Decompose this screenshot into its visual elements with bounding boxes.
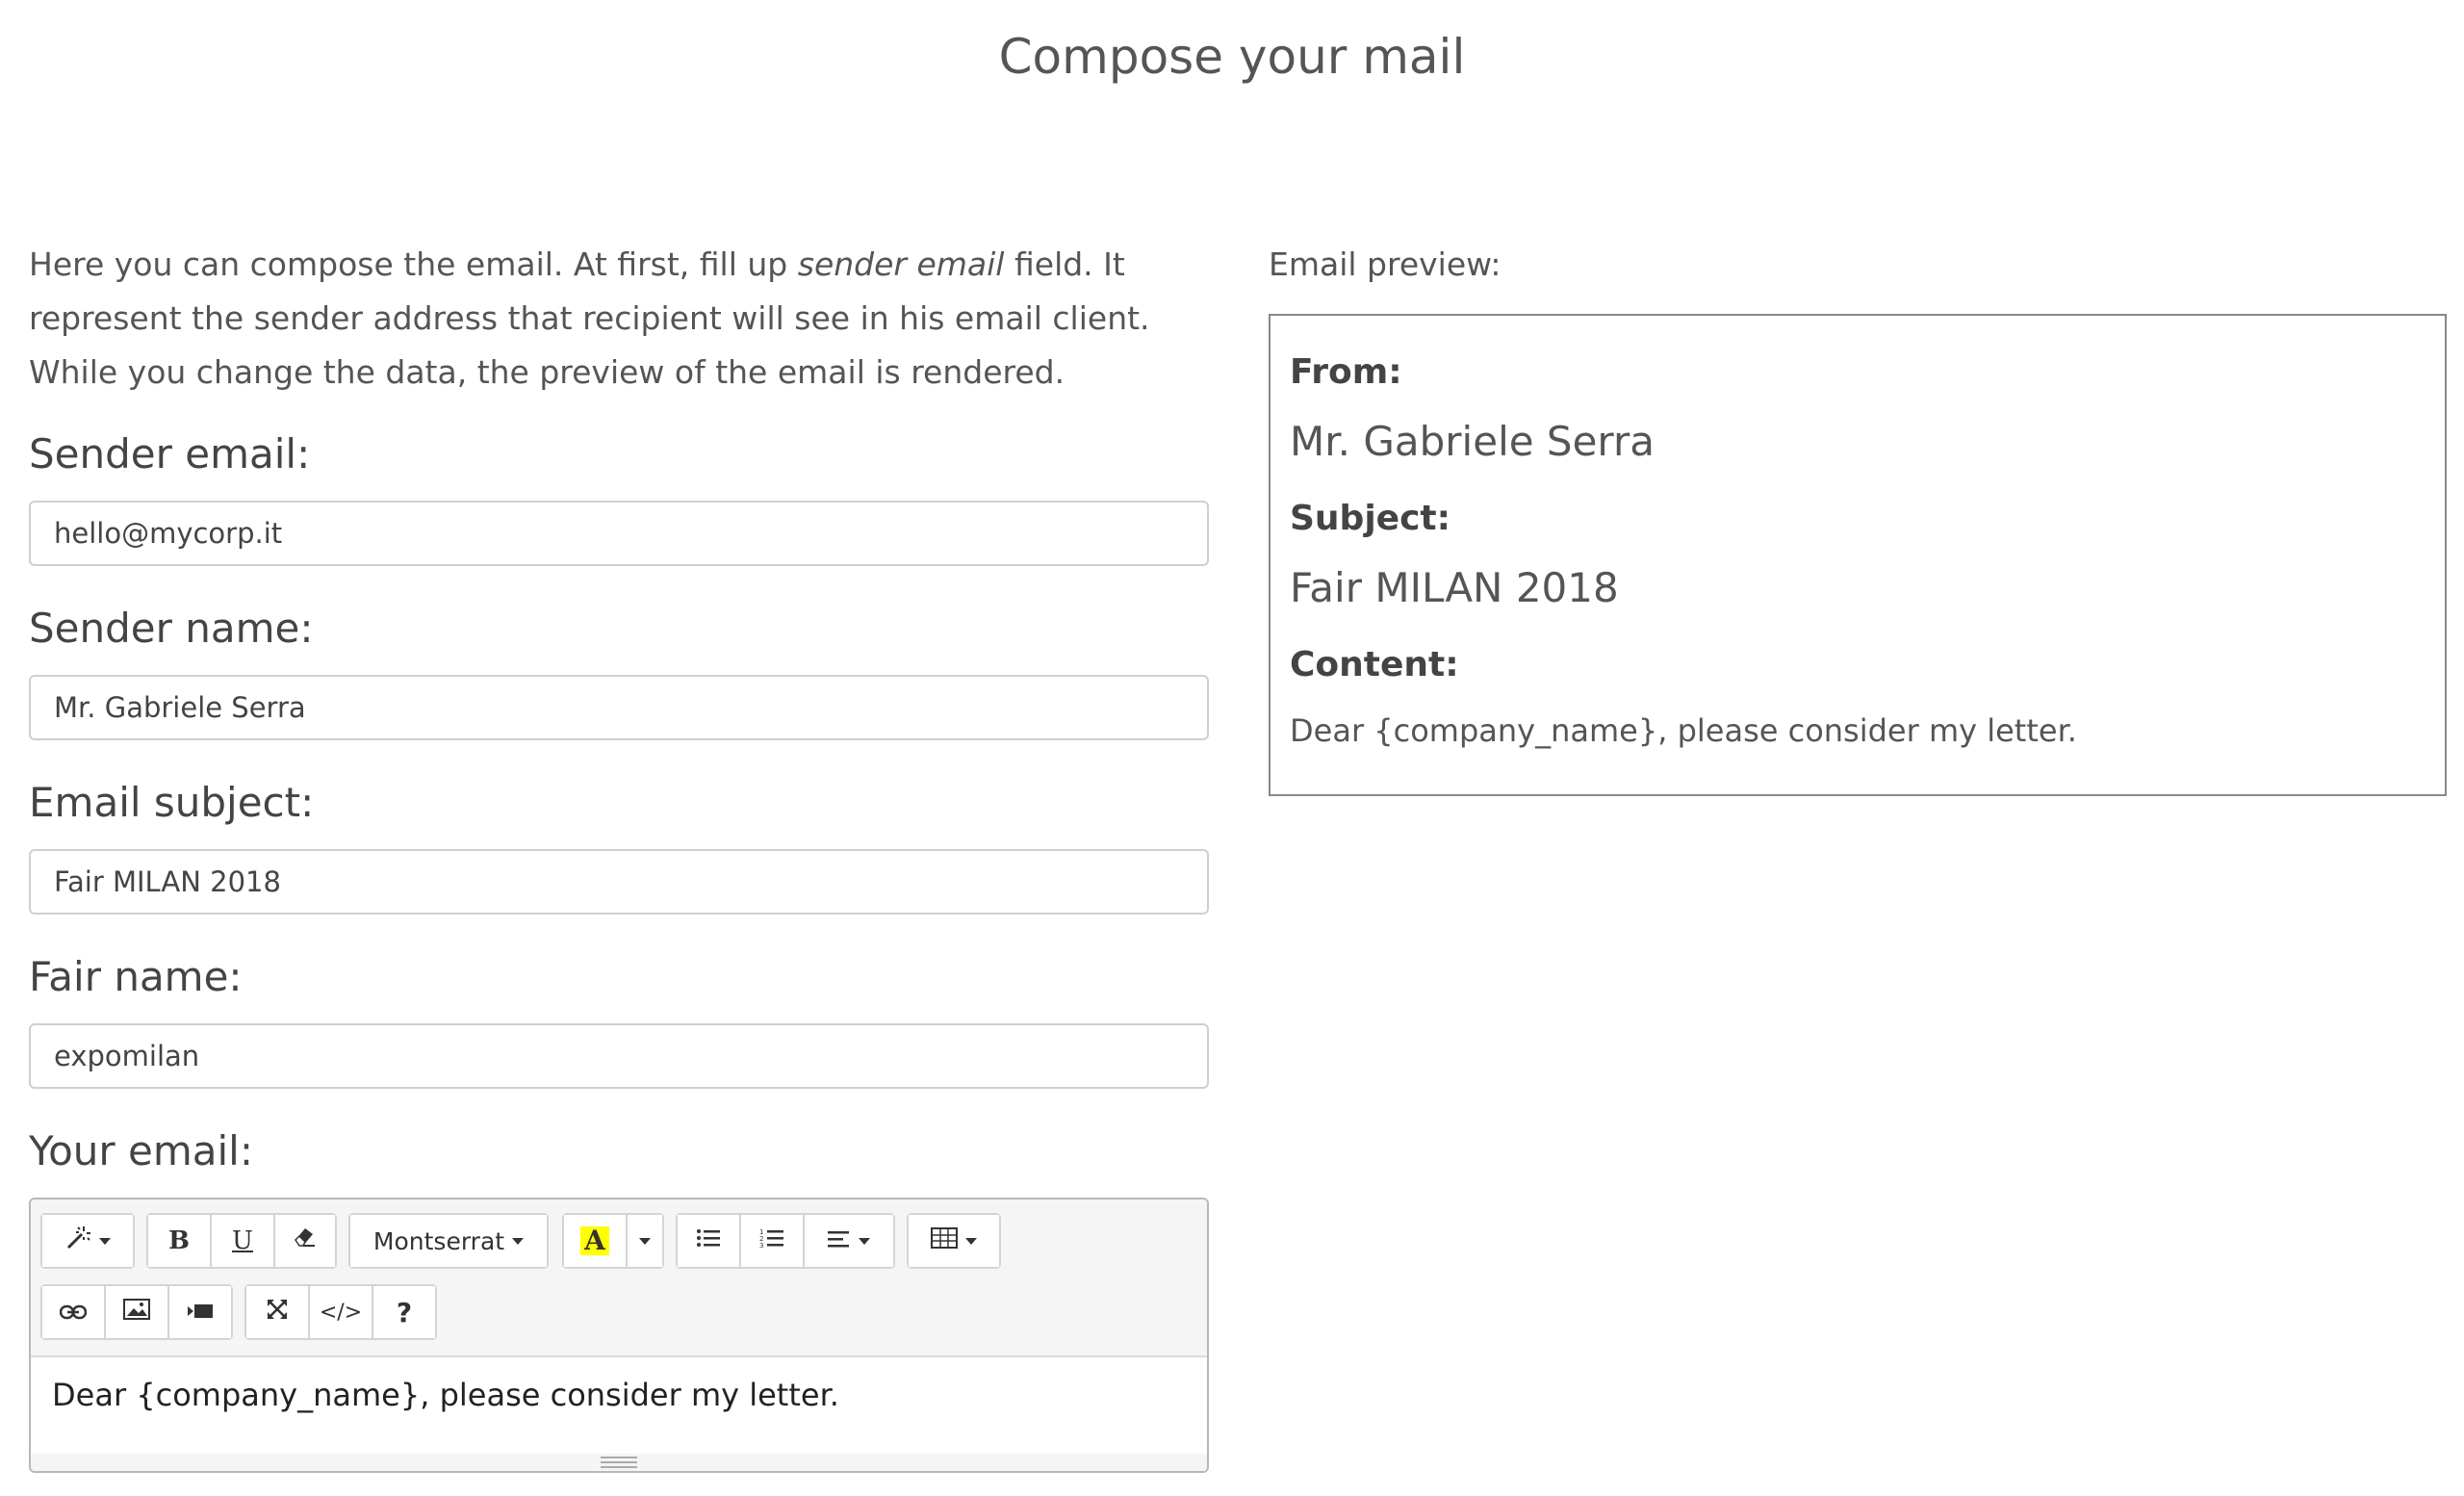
highlight-button[interactable]: A	[564, 1215, 628, 1267]
view-group: </> ?	[244, 1284, 437, 1340]
video-icon	[187, 1298, 214, 1327]
align-icon	[828, 1226, 851, 1255]
video-button[interactable]	[169, 1286, 231, 1338]
highlight-icon: A	[580, 1226, 609, 1255]
preview-from-label: From:	[1290, 352, 1402, 392]
link-button[interactable]	[42, 1286, 106, 1338]
sender-email-label: Sender email:	[29, 430, 311, 477]
chevron-down-icon	[99, 1237, 111, 1245]
fair-name-label: Fair name:	[29, 953, 243, 1000]
help-button[interactable]: ?	[373, 1286, 435, 1338]
style-group	[40, 1213, 135, 1269]
sender-name-label: Sender name:	[29, 605, 314, 652]
table-button[interactable]	[909, 1215, 999, 1267]
table-icon	[931, 1226, 958, 1255]
email-preview-box: From: Mr. Gabriele Serra Subject: Fair M…	[1269, 314, 2447, 796]
email-subject-input[interactable]	[29, 849, 1209, 915]
chevron-down-icon	[512, 1237, 525, 1245]
intro-section: Here you can compose the email. At first…	[29, 238, 1209, 400]
color-group: A	[562, 1213, 664, 1269]
intro-text: Here you can compose the email. At first…	[29, 238, 1209, 400]
underline-icon: U	[232, 1226, 253, 1255]
style-button[interactable]	[42, 1215, 133, 1267]
grip-icon	[601, 1457, 637, 1468]
font-name-dropdown[interactable]: Montserrat	[350, 1215, 547, 1267]
ordered-list-icon: 1 2 3	[759, 1226, 784, 1255]
font-name-value: Montserrat	[372, 1226, 505, 1255]
magic-icon	[64, 1225, 91, 1258]
picture-button[interactable]	[106, 1286, 169, 1338]
editor-content-area[interactable]: Dear {company_name}, please consider my …	[31, 1357, 1207, 1457]
code-view-button[interactable]: </>	[310, 1286, 373, 1338]
email-subject-label: Email subject:	[29, 779, 315, 826]
code-view-icon: </>	[319, 1300, 363, 1325]
editor-resize-handle[interactable]	[31, 1454, 1207, 1471]
paragraph-group: 1 2 3	[676, 1213, 895, 1269]
chevron-down-icon	[965, 1237, 977, 1245]
chevron-down-icon	[859, 1237, 870, 1245]
unordered-list-button[interactable]	[678, 1215, 741, 1267]
align-dropdown-button[interactable]	[805, 1215, 893, 1267]
intro-text-emphasis: sender email	[797, 245, 1005, 283]
ordered-list-button[interactable]: 1 2 3	[741, 1215, 805, 1267]
insert-group	[40, 1284, 233, 1340]
intro-text-part1: Here you can compose the email. At first…	[29, 245, 798, 283]
preview-subject-label: Subject:	[1290, 499, 1451, 538]
eraser-icon	[294, 1226, 317, 1256]
underline-button[interactable]: U	[212, 1215, 275, 1267]
unordered-list-icon	[696, 1226, 721, 1255]
bold-icon: B	[168, 1226, 190, 1255]
svg-text:3: 3	[759, 1242, 763, 1249]
link-icon	[59, 1298, 88, 1327]
page-title: Compose your mail	[998, 29, 1466, 85]
fair-name-input[interactable]	[29, 1023, 1209, 1089]
table-group	[907, 1213, 1001, 1269]
help-icon: ?	[396, 1296, 413, 1328]
preview-content-label: Content:	[1290, 645, 1459, 684]
font-name-group: Montserrat	[348, 1213, 549, 1269]
bold-button[interactable]: B	[148, 1215, 212, 1267]
font-style-group: B U	[146, 1213, 337, 1269]
rich-text-editor: B U Montserrat A 1 2 3 </> ? Dear {compa…	[29, 1198, 1209, 1473]
fullscreen-icon	[266, 1298, 289, 1328]
color-dropdown-button[interactable]	[628, 1215, 662, 1267]
sender-email-input[interactable]	[29, 501, 1209, 566]
preview-subject-value: Fair MILAN 2018	[1290, 564, 1619, 611]
preview-from-value: Mr. Gabriele Serra	[1290, 418, 1655, 465]
chevron-down-icon	[639, 1237, 651, 1245]
picture-icon	[123, 1298, 150, 1327]
preview-content-value: Dear {company_name}, please consider my …	[1290, 712, 2077, 749]
preview-label: Email preview:	[1269, 245, 1502, 283]
fullscreen-button[interactable]	[246, 1286, 310, 1338]
editor-toolbar: B U Montserrat A 1 2 3 </> ?	[31, 1199, 1207, 1357]
clear-format-button[interactable]	[275, 1215, 335, 1267]
your-email-label: Your email:	[29, 1127, 253, 1174]
sender-name-input[interactable]	[29, 675, 1209, 740]
